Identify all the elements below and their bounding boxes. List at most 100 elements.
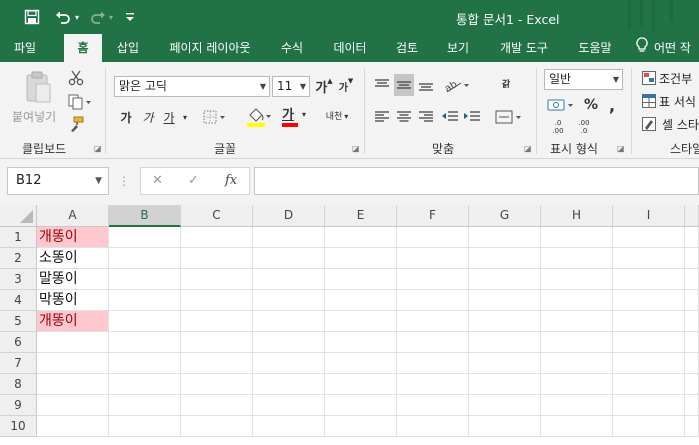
row-header[interactable]: 9 (0, 395, 37, 416)
cell[interactable] (181, 374, 253, 395)
align-bottom-icon[interactable] (416, 74, 436, 96)
tab-formulas[interactable]: 수식 (273, 34, 311, 62)
cell[interactable] (37, 332, 109, 353)
cell-styles-icon[interactable] (641, 115, 657, 133)
tab-review[interactable]: 검토 (388, 34, 426, 62)
cell[interactable] (181, 353, 253, 374)
cell[interactable] (109, 332, 181, 353)
cell[interactable] (685, 416, 699, 437)
cell[interactable] (253, 290, 325, 311)
cell[interactable] (253, 395, 325, 416)
wrap-text-button[interactable]: 갉 (494, 74, 518, 96)
cell[interactable] (397, 374, 469, 395)
cell[interactable] (109, 416, 181, 437)
row-header[interactable]: 10 (0, 416, 37, 437)
row-header[interactable]: 3 (0, 269, 37, 290)
cell[interactable] (109, 248, 181, 269)
formula-input[interactable] (254, 167, 699, 195)
cell[interactable] (37, 353, 109, 374)
undo-dropdown-icon[interactable]: ▾ (72, 0, 82, 34)
cell[interactable] (685, 269, 699, 290)
comma-style-button[interactable]: , (604, 94, 620, 116)
phonetic-guide-button[interactable]: 내천 ▾ (322, 104, 352, 130)
merge-center-icon[interactable] (494, 106, 524, 128)
cell[interactable] (253, 311, 325, 332)
cell[interactable] (325, 248, 397, 269)
cell[interactable] (325, 416, 397, 437)
conditional-formatting-label[interactable]: 조건부 (659, 70, 692, 87)
cell[interactable] (685, 332, 699, 353)
underline-button[interactable]: 가 (161, 106, 177, 128)
tab-data[interactable]: 데이터 (325, 34, 375, 62)
accounting-format-button[interactable] (546, 94, 578, 116)
cell[interactable] (37, 395, 109, 416)
insert-function-icon[interactable]: fx (225, 173, 237, 188)
cell[interactable] (469, 416, 541, 437)
tab-view[interactable]: 보기 (439, 34, 477, 62)
font-color-button[interactable]: 가 ▾ (280, 104, 310, 130)
increase-indent-icon[interactable] (462, 106, 482, 128)
align-middle-icon[interactable] (394, 74, 414, 96)
paste-button[interactable] (18, 70, 58, 106)
cell[interactable] (469, 353, 541, 374)
cell[interactable] (469, 248, 541, 269)
cell[interactable] (613, 290, 685, 311)
column-header[interactable]: A (37, 205, 109, 227)
cell[interactable] (541, 374, 613, 395)
row-header[interactable]: 1 (0, 227, 37, 248)
cell[interactable] (253, 332, 325, 353)
cell[interactable] (181, 311, 253, 332)
cell[interactable] (109, 395, 181, 416)
tab-developer[interactable]: 개발 도구 (492, 34, 556, 62)
cell[interactable] (181, 248, 253, 269)
format-as-table-label[interactable]: 표 서식 (659, 93, 696, 110)
cell[interactable] (325, 311, 397, 332)
cell[interactable] (37, 416, 109, 437)
cell[interactable] (469, 269, 541, 290)
cell[interactable] (613, 374, 685, 395)
cell[interactable] (469, 395, 541, 416)
cell[interactable] (253, 374, 325, 395)
cell[interactable] (685, 395, 699, 416)
cell[interactable] (613, 353, 685, 374)
format-painter-icon[interactable] (66, 114, 86, 134)
cell[interactable] (397, 248, 469, 269)
cell[interactable] (541, 290, 613, 311)
copy-icon[interactable] (66, 92, 94, 112)
column-header[interactable] (685, 205, 699, 227)
align-center-icon[interactable] (394, 106, 414, 128)
cancel-icon[interactable]: ✕ (152, 173, 163, 188)
cell-duplicate-highlight[interactable]: 개똥이 (37, 227, 109, 248)
column-header[interactable]: G (469, 205, 541, 227)
column-header[interactable]: I (613, 205, 685, 227)
font-size-select[interactable]: 11 ▼ (272, 76, 310, 97)
cell[interactable] (181, 269, 253, 290)
cell[interactable] (613, 311, 685, 332)
align-right-icon[interactable] (416, 106, 436, 128)
cell[interactable] (253, 353, 325, 374)
column-header[interactable]: F (397, 205, 469, 227)
cell[interactable] (685, 248, 699, 269)
row-header[interactable]: 6 (0, 332, 37, 353)
cell[interactable] (613, 395, 685, 416)
cell[interactable] (685, 290, 699, 311)
cell[interactable] (181, 395, 253, 416)
cell[interactable] (685, 227, 699, 248)
fill-color-button[interactable] (244, 104, 272, 130)
underline-dropdown-icon[interactable]: ▾ (180, 106, 190, 128)
cell[interactable] (685, 374, 699, 395)
save-icon[interactable] (20, 0, 44, 34)
cut-icon[interactable] (66, 68, 86, 88)
font-launcher-icon[interactable]: ◪ (352, 144, 360, 153)
cell[interactable] (469, 290, 541, 311)
align-left-icon[interactable] (372, 106, 392, 128)
cell[interactable] (253, 416, 325, 437)
cell[interactable] (685, 311, 699, 332)
cell[interactable] (109, 227, 181, 248)
cell[interactable] (469, 227, 541, 248)
cell-duplicate-highlight[interactable]: 개똥이 (37, 311, 109, 332)
redo-icon[interactable] (88, 0, 108, 34)
cell[interactable] (541, 269, 613, 290)
cell[interactable] (325, 374, 397, 395)
cell[interactable] (397, 332, 469, 353)
